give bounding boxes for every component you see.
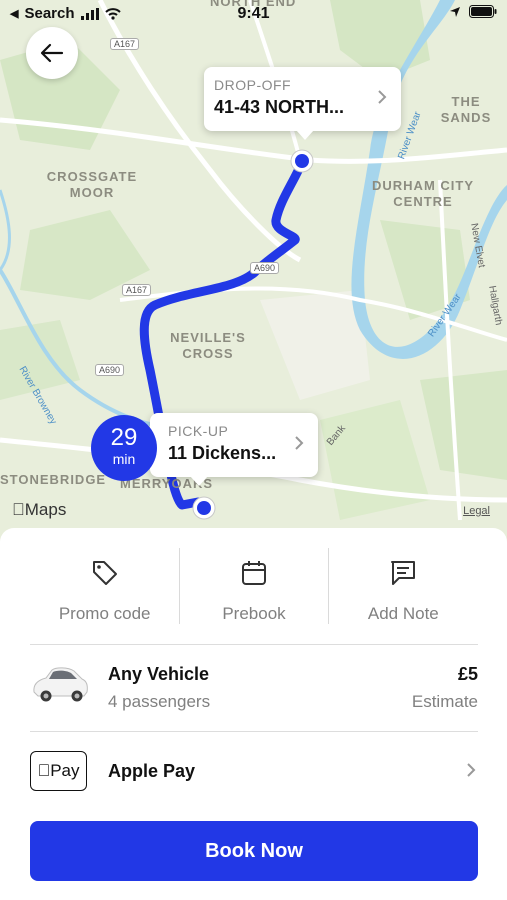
add-note-label: Add Note (367, 604, 439, 623)
location-arrow-icon (450, 6, 460, 17)
payment-method-name: Apple Pay (108, 761, 196, 781)
chevron-right-icon (467, 763, 476, 777)
payment-method-row[interactable]: Pay Apple Pay (30, 751, 478, 793)
fare-price: £5 (457, 664, 478, 684)
back-button[interactable] (26, 27, 78, 79)
apple-icon:  (12, 500, 25, 519)
prebook-label: Prebook (222, 604, 286, 623)
eta-badge: 29 min (91, 415, 157, 481)
eta-unit: min (112, 451, 136, 467)
status-time: 9:41 (237, 5, 270, 22)
arrow-left-icon (40, 43, 64, 63)
road-shield-a167: A167 (122, 284, 152, 296)
divider (179, 548, 180, 624)
road-shield-a167: A167 (110, 38, 140, 50)
map-label-stonebridge: STONEBRIDGE (0, 472, 107, 487)
dropoff-address: 41-43 NORTH... (214, 97, 345, 117)
map-label-nevilles-cross: NEVILLE'S CROSS (170, 330, 246, 361)
booking-sheet: Promo code Prebook Add Note Any Vehicle … (0, 528, 507, 900)
apple-icon:  (37, 761, 50, 781)
divider (30, 731, 478, 732)
promo-code-button[interactable]: Promo code (30, 548, 179, 626)
prebook-button[interactable]: Prebook (179, 548, 328, 626)
status-right (449, 5, 497, 18)
map-label-the-sands: THE SANDS (440, 94, 492, 125)
dropoff-callout[interactable]: DROP-OFF 41-43 NORTH... (204, 67, 401, 140)
vehicle-option[interactable]: Any Vehicle 4 passengers £5 Estimate (30, 658, 478, 718)
calendar-icon (241, 561, 266, 585)
vehicle-passengers: 4 passengers (108, 692, 211, 711)
car-icon (33, 667, 88, 702)
road-shield-a690: A690 (95, 364, 125, 376)
legal-link[interactable]: Legal (463, 505, 490, 517)
note-icon (391, 561, 416, 585)
tag-icon (92, 561, 117, 585)
book-now-button[interactable]: Book Now (30, 821, 478, 881)
map-label-durham-city-centre: DURHAM CITY CENTRE (372, 178, 474, 209)
pickup-callout[interactable]: PICK-UP 11 Dickens... (150, 413, 318, 486)
status-bar: ◀ Search 9:41 (0, 0, 507, 28)
road-shield-a690: A690 (250, 262, 280, 274)
pickup-address: 11 Dickens... (168, 443, 277, 463)
divider (328, 548, 329, 624)
fare-estimate-label: Estimate (411, 692, 478, 711)
promo-code-label: Promo code (58, 604, 151, 623)
dropoff-caption: DROP-OFF (214, 77, 292, 93)
chevron-right-icon (295, 436, 304, 450)
eta-value: 29 (110, 424, 138, 451)
pickup-caption: PICK-UP (168, 423, 229, 439)
battery-icon (469, 5, 497, 18)
map-label-crossgate-moor: CROSSGATE MOOR (46, 169, 138, 200)
add-note-button[interactable]: Add Note (329, 548, 478, 626)
action-row: Promo code Prebook Add Note (30, 548, 478, 626)
chevron-right-icon (378, 90, 387, 104)
apple-maps-logo: Maps (12, 500, 66, 519)
divider (30, 644, 478, 645)
apple-pay-badge: Pay (30, 751, 87, 791)
vehicle-name: Any Vehicle (108, 664, 210, 684)
